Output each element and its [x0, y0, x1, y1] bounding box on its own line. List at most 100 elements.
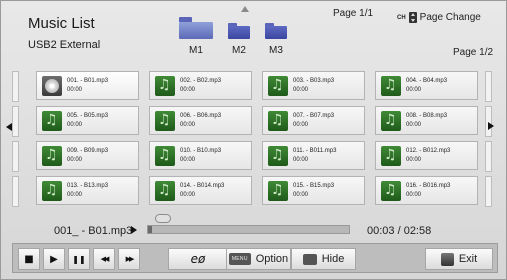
track-duration: 00:00: [67, 121, 83, 128]
track-tile[interactable]: 009. - B09.mp3 00:00: [36, 141, 139, 170]
menu-key-icon: MENU: [228, 253, 251, 265]
music-note-icon: [42, 145, 62, 166]
folder-icon[interactable]: [179, 17, 213, 39]
rewind-icon: ◀◀: [100, 255, 110, 263]
music-note-icon: [42, 180, 62, 201]
play-icon: ▶: [50, 253, 58, 265]
track-name: 013. - B13.mp3: [67, 182, 109, 189]
progress-fill: [148, 226, 153, 233]
list-page-indicator: Page 1/2: [453, 47, 494, 58]
track-tile[interactable]: 015. - B15.mp3 00:00: [262, 176, 365, 205]
music-note-icon: [381, 145, 401, 166]
stop-button[interactable]: ■: [18, 248, 40, 270]
track-text: 016. - B016.mp3 00:00: [406, 182, 450, 200]
track-text: 015. - B15.mp3 00:00: [293, 182, 334, 200]
track-grid: 001. - B01.mp300:00002. - B02.mp300:0000…: [36, 71, 478, 205]
page-title: Music List: [28, 15, 95, 32]
track-name: 006. - B06.mp3: [180, 112, 222, 119]
elapsed-time: 00:03 / 02:58: [367, 225, 432, 237]
folder-label-m3[interactable]: M3: [265, 45, 287, 56]
up-arrow-icon[interactable]: [241, 6, 249, 12]
track-tile[interactable]: 002. - B02.mp3 00:00: [149, 71, 252, 100]
track-duration: 00:00: [293, 121, 309, 128]
track-duration: 00:00: [180, 121, 196, 128]
track-tile[interactable]: 005. - B05.mp3 00:00: [36, 106, 139, 135]
channel-up-down-icon: [408, 12, 417, 23]
folder-page-indicator: Page 1/1: [333, 8, 374, 19]
track-duration: 00:00: [180, 191, 196, 198]
music-note-icon: [268, 110, 288, 131]
track-name: 015. - B15.mp3: [293, 182, 335, 189]
track-tile[interactable]: 012. - B012.mp3 00:00: [375, 141, 478, 170]
track-duration: 00:00: [67, 191, 83, 198]
track-text: 004. - B04.mp3 00:00: [406, 77, 447, 95]
folder-icon[interactable]: [265, 23, 287, 39]
music-note-icon: [268, 75, 288, 96]
track-duration: 00:00: [293, 86, 309, 93]
track-text: 003. - B03.mp3 00:00: [293, 77, 334, 95]
hide-button[interactable]: Hide: [291, 248, 356, 270]
prev-page-strip: [12, 71, 19, 211]
folder-icon[interactable]: [228, 23, 250, 39]
track-name: 002. - B02.mp3: [180, 77, 222, 84]
option-button[interactable]: MENU Option: [226, 248, 291, 270]
music-note-icon: [268, 145, 288, 166]
track-duration: 00:00: [180, 156, 196, 163]
track-tile[interactable]: 003. - B03.mp3 00:00: [262, 71, 365, 100]
track-tile[interactable]: 013. - B13.mp3 00:00: [36, 176, 139, 205]
track-tile[interactable]: 007. - B07.mp3 00:00: [262, 106, 365, 135]
track-name: 001. - B01.mp3: [67, 77, 109, 84]
track-text: 010. - B10.mp3 00:00: [180, 147, 221, 165]
seek-knob-icon[interactable]: [155, 214, 171, 223]
track-duration: 00:00: [406, 191, 422, 198]
track-duration: 00:00: [406, 86, 422, 93]
track-tile[interactable]: 010. - B10.mp3 00:00: [149, 141, 252, 170]
track-tile[interactable]: 008. - B08.mp3 00:00: [375, 106, 478, 135]
track-tile[interactable]: 006. - B06.mp3 00:00: [149, 106, 252, 135]
track-text: 005. - B05.mp3 00:00: [67, 112, 108, 130]
folder-label-m1[interactable]: M1: [185, 45, 207, 56]
track-tile[interactable]: 011. - B011.mp3 00:00: [262, 141, 365, 170]
pause-button[interactable]: ❚❚: [68, 248, 90, 270]
track-name: 012. - B012.mp3: [406, 147, 451, 154]
repeat-icon: eø: [190, 252, 206, 266]
device-label: USB2 External: [28, 39, 101, 51]
music-note-icon: [268, 180, 288, 201]
next-page-arrow-icon[interactable]: [488, 122, 494, 130]
rewind-button[interactable]: ◀◀: [93, 248, 115, 270]
repeat-button[interactable]: eø: [168, 248, 228, 270]
header: Music List USB2 External M1 M2 M3 Page 1…: [1, 1, 507, 63]
track-duration: 00:00: [180, 86, 196, 93]
now-playing-title: 001_ - B01.mp3: [54, 225, 133, 237]
track-text: 006. - B06.mp3 00:00: [180, 112, 221, 130]
track-name: 009. - B09.mp3: [67, 147, 109, 154]
progress-bar[interactable]: [147, 225, 350, 234]
exit-label: Exit: [458, 253, 478, 265]
exit-key-icon: [440, 252, 454, 266]
track-name: 005. - B05.mp3: [67, 112, 109, 119]
pause-icon: ❚❚: [72, 254, 86, 264]
track-name: 003. - B03.mp3: [293, 77, 335, 84]
music-note-icon: [155, 180, 175, 201]
track-tile[interactable]: 014. - B014.mp3 00:00: [149, 176, 252, 205]
music-list-screen: Music List USB2 External M1 M2 M3 Page 1…: [0, 0, 507, 280]
play-button[interactable]: ▶: [43, 248, 65, 270]
track-tile[interactable]: 004. - B04.mp3 00:00: [375, 71, 478, 100]
music-note-icon: [155, 110, 175, 131]
track-duration: 00:00: [293, 156, 309, 163]
disc-icon: [42, 75, 62, 96]
track-text: 012. - B012.mp3 00:00: [406, 147, 450, 165]
exit-button[interactable]: Exit: [425, 248, 493, 270]
playback-bar: 001_ - B01.mp3 00:03 / 02:58: [1, 214, 507, 237]
music-note-icon: [42, 110, 62, 131]
previous-page-arrow-icon[interactable]: [6, 123, 12, 131]
track-tile[interactable]: 001. - B01.mp3 00:00: [36, 71, 139, 100]
track-duration: 00:00: [67, 156, 83, 163]
track-duration: 00:00: [293, 191, 309, 198]
fast-forward-icon: ▶▶: [125, 255, 135, 263]
folder-label-m2[interactable]: M2: [228, 45, 250, 56]
stop-icon: ■: [24, 253, 34, 265]
fast-forward-button[interactable]: ▶▶: [118, 248, 140, 270]
track-text: 001. - B01.mp3 00:00: [67, 77, 108, 95]
track-tile[interactable]: 016. - B016.mp3 00:00: [375, 176, 478, 205]
